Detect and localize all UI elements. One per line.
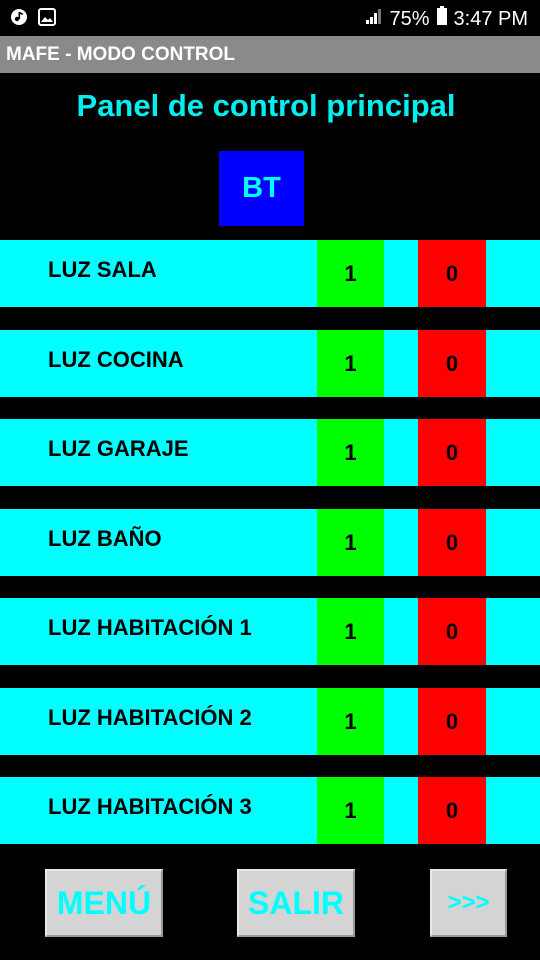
off-button[interactable]: 0 (418, 777, 486, 844)
off-button[interactable]: 0 (418, 509, 486, 576)
menu-button[interactable]: MENÚ (45, 869, 163, 937)
control-row-sala: LUZ SALA 1 0 (0, 240, 540, 307)
control-row-habitacion-3: LUZ HABITACIÓN 3 1 0 (0, 777, 540, 844)
on-button[interactable]: 1 (317, 509, 384, 576)
control-row-habitacion-2: LUZ HABITACIÓN 2 1 0 (0, 688, 540, 755)
next-button[interactable]: >>> (430, 869, 507, 937)
off-button[interactable]: 0 (418, 240, 486, 307)
on-button[interactable]: 1 (317, 598, 384, 665)
battery-icon (436, 6, 448, 32)
exit-button[interactable]: SALIR (237, 869, 355, 937)
app-title: MAFE - MODO CONTROL (6, 44, 236, 65)
clock: 3:47 PM (453, 7, 528, 30)
on-button[interactable]: 1 (317, 777, 384, 844)
off-button[interactable]: 0 (418, 598, 486, 665)
row-label: LUZ COCINA (48, 347, 184, 372)
control-row-cocina: LUZ COCINA 1 0 (0, 330, 540, 397)
off-button[interactable]: 0 (418, 419, 486, 486)
app-title-bar: MAFE - MODO CONTROL (0, 36, 540, 73)
row-label: LUZ HABITACIÓN 2 (48, 705, 252, 730)
battery-level: 75% (389, 7, 430, 30)
bluetooth-button[interactable]: BT (219, 151, 304, 226)
status-bar: 75% 3:47 PM (0, 0, 540, 36)
row-label: LUZ SALA (48, 257, 157, 282)
on-button[interactable]: 1 (317, 419, 384, 486)
off-button[interactable]: 0 (418, 330, 486, 397)
row-label: LUZ GARAJE (48, 436, 189, 461)
signal-icon (365, 7, 383, 31)
control-row-habitacion-1: LUZ HABITACIÓN 1 1 0 (0, 598, 540, 665)
row-label: LUZ HABITACIÓN 1 (48, 615, 252, 640)
on-button[interactable]: 1 (317, 688, 384, 755)
control-row-bano: LUZ BAÑO 1 0 (0, 509, 540, 576)
on-button[interactable]: 1 (317, 330, 384, 397)
image-icon (38, 8, 56, 26)
row-label: LUZ HABITACIÓN 3 (48, 794, 252, 819)
control-row-garaje: LUZ GARAJE 1 0 (0, 419, 540, 486)
row-label: LUZ BAÑO (48, 526, 162, 551)
on-button[interactable]: 1 (317, 240, 384, 307)
off-button[interactable]: 0 (418, 688, 486, 755)
page-title: Panel de control principal (76, 88, 456, 123)
music-icon (10, 8, 28, 26)
